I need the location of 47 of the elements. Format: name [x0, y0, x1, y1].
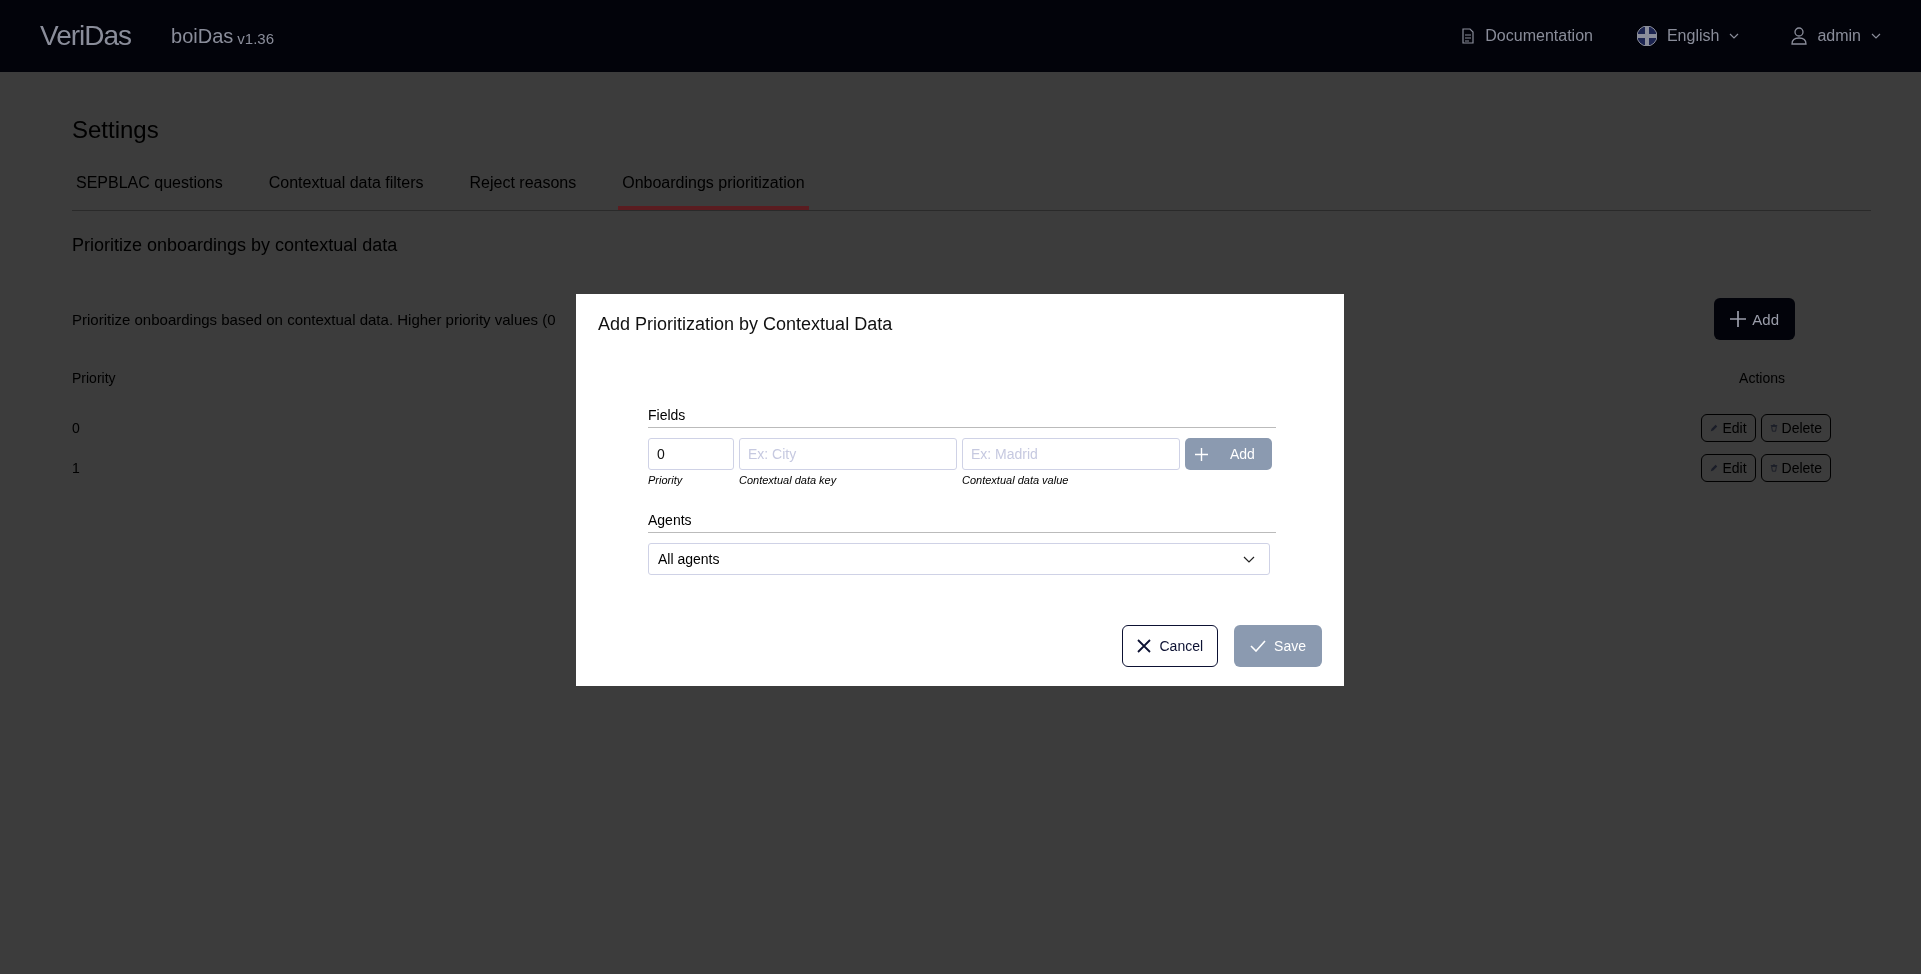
pencil-icon	[1710, 424, 1719, 432]
settings-tab[interactable]: Contextual data filters	[264, 166, 428, 210]
trash-icon	[1769, 424, 1778, 432]
settings-tab[interactable]: SEPBLAC questions	[72, 166, 227, 210]
column-header: Priority	[72, 370, 116, 386]
page-title: Settings	[72, 116, 160, 144]
edit-button[interactable]: Edit	[1701, 454, 1756, 482]
priority-field[interactable]: 0	[648, 438, 734, 470]
delete-button[interactable]: Delete	[1760, 414, 1831, 442]
add-button[interactable]: Add	[1714, 298, 1795, 340]
table-cell: 0	[72, 420, 80, 436]
chevron-down-icon[interactable]	[1871, 33, 1881, 39]
check-icon	[1250, 640, 1267, 652]
edit-button[interactable]: Edit	[1701, 414, 1756, 442]
user-menu[interactable]: admin	[1817, 27, 1861, 45]
column-header: Actions	[1739, 370, 1785, 386]
plus-icon	[1730, 311, 1747, 327]
dialog-title: Add Prioritization by Contextual Data	[598, 314, 894, 335]
user-icon[interactable]	[1791, 27, 1808, 45]
plus-icon	[1195, 447, 1208, 461]
trash-icon	[1769, 464, 1778, 472]
group-label: Fields	[648, 407, 1276, 428]
section-title: Prioritize onboardings by contextual data	[72, 235, 399, 256]
product-name: boiDas	[171, 24, 234, 48]
table-cell: 1	[72, 460, 80, 476]
version-label: v1.36	[237, 29, 274, 47]
group-label: Agents	[648, 512, 1276, 533]
delete-button[interactable]: Delete	[1760, 454, 1831, 482]
pencil-icon	[1710, 464, 1719, 472]
field-caption: Priority	[648, 474, 684, 486]
cancel-button[interactable]: Cancel	[1122, 625, 1219, 667]
agents-select[interactable]: All agents	[648, 543, 1270, 575]
flag-icon[interactable]	[1636, 26, 1657, 46]
field-caption: Contextual data value	[962, 474, 1070, 486]
logo: VeriDas	[40, 20, 132, 52]
chevron-down-icon[interactable]	[1729, 33, 1740, 39]
language-select[interactable]: English	[1666, 27, 1720, 45]
documentation-link[interactable]: Documentation	[1485, 27, 1593, 45]
settings-tab[interactable]: Onboardings prioritization	[618, 166, 809, 210]
description-text: Prioritize onboardings based on contextual data. Higher priority values (0	[72, 310, 556, 328]
key-field[interactable]: Ex: City	[739, 438, 957, 470]
chevron-down-icon	[1243, 555, 1255, 563]
document-icon[interactable]	[1461, 28, 1476, 44]
settings-tab[interactable]: Reject reasons	[465, 166, 581, 210]
close-icon	[1137, 639, 1152, 653]
value-field[interactable]: Ex: Madrid	[962, 438, 1180, 470]
field-caption: Contextual data key	[739, 474, 838, 486]
